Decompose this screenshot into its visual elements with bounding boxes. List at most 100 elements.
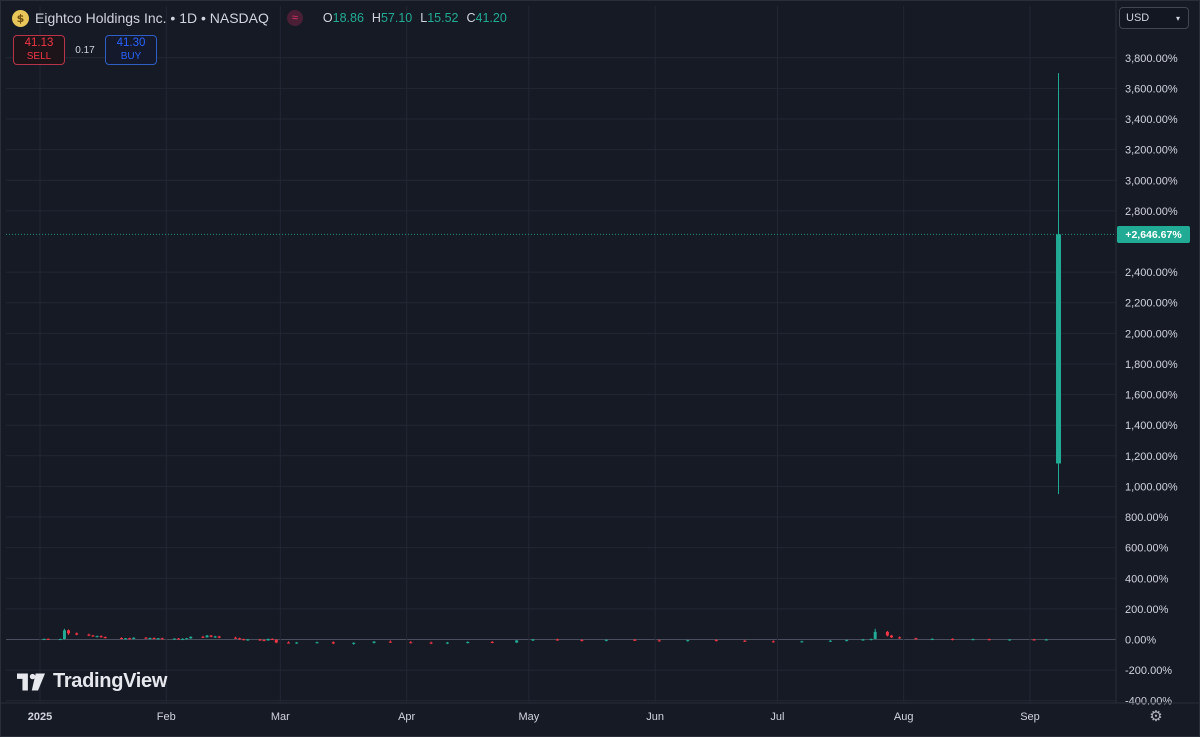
candle[interactable]	[75, 632, 79, 636]
candle-body	[372, 641, 376, 643]
candle-body	[1032, 639, 1036, 641]
candle[interactable]	[315, 641, 319, 644]
candle-body	[409, 642, 413, 644]
candle[interactable]	[177, 637, 181, 640]
candle[interactable]	[898, 636, 902, 639]
candle[interactable]	[95, 635, 99, 638]
candle[interactable]	[189, 636, 193, 639]
candle[interactable]	[67, 629, 71, 635]
candle[interactable]	[828, 640, 832, 642]
candle-body	[258, 639, 262, 641]
candle[interactable]	[148, 637, 152, 640]
y-tick-label: -400.00%	[1125, 696, 1172, 708]
candle[interactable]	[87, 633, 91, 637]
candle[interactable]	[429, 641, 433, 645]
candle[interactable]	[743, 639, 747, 642]
candle[interactable]	[372, 641, 376, 644]
y-tick-label: 400.00%	[1125, 573, 1169, 585]
candle[interactable]	[971, 638, 975, 641]
candle[interactable]	[409, 641, 413, 644]
candle-body	[262, 640, 266, 642]
candle[interactable]	[46, 638, 50, 640]
candle[interactable]	[295, 641, 299, 644]
compare-icon[interactable]: ≈	[286, 10, 303, 26]
candle-body	[189, 636, 193, 639]
candle[interactable]	[352, 642, 356, 645]
price-axis[interactable]: 3,800.00% 3,600.00% 3,400.00% 3,200.00% 3,00…	[1115, 0, 1178, 708]
candle[interactable]	[185, 637, 189, 640]
y-tick-label: 3,400.00%	[1125, 114, 1178, 126]
candle[interactable]	[99, 635, 103, 638]
candle[interactable]	[466, 641, 470, 644]
candle[interactable]	[160, 637, 164, 640]
candle-body	[87, 634, 91, 636]
candle[interactable]	[930, 638, 934, 641]
candle[interactable]	[144, 637, 148, 639]
candle-body	[124, 638, 128, 640]
currency-label: USD	[1126, 12, 1150, 24]
candle[interactable]	[181, 638, 185, 641]
candle[interactable]	[119, 637, 123, 640]
candle[interactable]	[58, 638, 62, 641]
candle[interactable]	[124, 637, 128, 640]
candle-body	[201, 636, 205, 638]
candle-body	[885, 631, 889, 636]
candle[interactable]	[287, 641, 291, 644]
candle[interactable]	[889, 634, 893, 638]
candle-body	[62, 630, 66, 640]
candle[interactable]	[686, 639, 690, 642]
candle[interactable]	[445, 641, 449, 645]
candle-body	[217, 636, 221, 638]
candle[interactable]	[388, 640, 392, 643]
candle[interactable]	[209, 634, 213, 638]
tradingview-watermark[interactable]: TradingView	[17, 670, 167, 693]
gear-icon[interactable]: ⚙	[1147, 707, 1165, 725]
candle[interactable]	[152, 637, 156, 640]
buy-button[interactable]: 41.30 BUY	[105, 35, 157, 65]
time-axis[interactable]: 2025 Feb Mar Apr May Jun Jul Aug Sep	[0, 702, 1200, 723]
candle[interactable]	[156, 637, 160, 640]
candle[interactable]	[42, 638, 46, 641]
candle-body	[388, 641, 392, 643]
candle[interactable]	[242, 638, 246, 641]
candle[interactable]	[771, 640, 775, 643]
candle[interactable]	[217, 635, 221, 639]
price-chart[interactable]: 3,800.00% 3,600.00% 3,400.00% 3,200.00% 3,00…	[0, 0, 1200, 737]
candle[interactable]	[91, 634, 95, 637]
currency-select[interactable]: USD ▾	[1119, 7, 1189, 29]
candle[interactable]	[266, 638, 270, 641]
candle[interactable]	[234, 636, 238, 639]
candle-body	[270, 638, 274, 640]
candle[interactable]	[1056, 73, 1062, 495]
candle[interactable]	[987, 638, 991, 641]
candle-body	[686, 640, 690, 642]
candle[interactable]	[213, 635, 217, 638]
candle[interactable]	[331, 641, 335, 645]
candle-body	[828, 640, 832, 642]
candle[interactable]	[128, 637, 132, 640]
candle[interactable]	[490, 641, 494, 644]
candle[interactable]	[951, 638, 955, 641]
candle-body	[914, 638, 918, 640]
candle[interactable]	[205, 634, 209, 638]
candle-body	[331, 642, 335, 644]
symbol-title[interactable]: Eightco Holdings Inc. • 1D • NASDAQ	[35, 10, 269, 26]
candle[interactable]	[201, 635, 205, 638]
candle[interactable]	[62, 628, 66, 640]
candle[interactable]	[103, 636, 107, 639]
ohlc-value: 15.52	[427, 11, 459, 25]
candle[interactable]	[885, 630, 889, 637]
candle-body	[266, 638, 270, 641]
candle[interactable]	[132, 637, 136, 640]
candle[interactable]	[270, 638, 274, 641]
candle-body	[46, 638, 50, 640]
candle[interactable]	[873, 628, 877, 640]
candle[interactable]	[515, 640, 519, 643]
sell-button[interactable]: 41.13 SELL	[13, 35, 65, 65]
candle[interactable]	[869, 638, 873, 641]
candle[interactable]	[555, 638, 559, 641]
candle[interactable]	[172, 638, 176, 640]
y-tick-label: 2,000.00%	[1125, 328, 1178, 340]
y-tick-label: -200.00%	[1125, 665, 1172, 677]
candle[interactable]	[800, 640, 804, 643]
